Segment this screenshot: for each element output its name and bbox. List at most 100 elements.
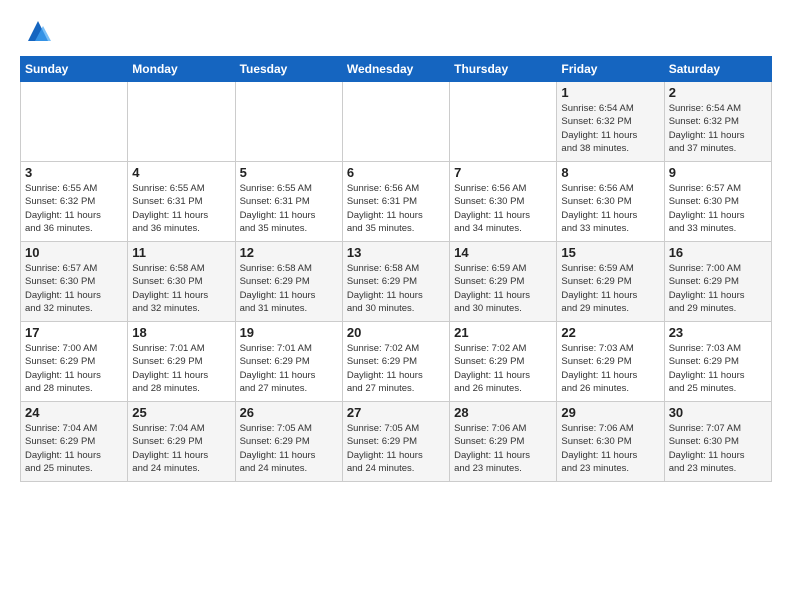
day-number: 27 xyxy=(347,405,445,420)
calendar-day-cell: 26 Sunrise: 7:05 AM Sunset: 6:29 PM Dayli… xyxy=(235,402,342,482)
day-info: Sunrise: 6:58 AM Sunset: 6:29 PM Dayligh… xyxy=(240,262,338,315)
day-number: 4 xyxy=(132,165,230,180)
header-row: SundayMondayTuesdayWednesdayThursdayFrid… xyxy=(21,57,772,82)
day-info: Sunrise: 6:56 AM Sunset: 6:30 PM Dayligh… xyxy=(454,182,552,235)
calendar-day-cell: 28 Sunrise: 7:06 AM Sunset: 6:29 PM Dayli… xyxy=(450,402,557,482)
weekday-header: Friday xyxy=(557,57,664,82)
day-number: 20 xyxy=(347,325,445,340)
calendar-page: SundayMondayTuesdayWednesdayThursdayFrid… xyxy=(0,0,792,612)
calendar-day-cell xyxy=(21,82,128,162)
day-info: Sunrise: 7:06 AM Sunset: 6:30 PM Dayligh… xyxy=(561,422,659,475)
day-info: Sunrise: 7:02 AM Sunset: 6:29 PM Dayligh… xyxy=(454,342,552,395)
day-info: Sunrise: 6:54 AM Sunset: 6:32 PM Dayligh… xyxy=(669,102,767,155)
day-info: Sunrise: 7:04 AM Sunset: 6:29 PM Dayligh… xyxy=(132,422,230,475)
calendar-week-row: 10 Sunrise: 6:57 AM Sunset: 6:30 PM Dayli… xyxy=(21,242,772,322)
day-info: Sunrise: 6:54 AM Sunset: 6:32 PM Dayligh… xyxy=(561,102,659,155)
day-number: 24 xyxy=(25,405,123,420)
calendar-week-row: 3 Sunrise: 6:55 AM Sunset: 6:32 PM Daylig… xyxy=(21,162,772,242)
day-info: Sunrise: 6:58 AM Sunset: 6:30 PM Dayligh… xyxy=(132,262,230,315)
day-number: 29 xyxy=(561,405,659,420)
day-info: Sunrise: 7:04 AM Sunset: 6:29 PM Dayligh… xyxy=(25,422,123,475)
weekday-header: Sunday xyxy=(21,57,128,82)
day-number: 5 xyxy=(240,165,338,180)
calendar-day-cell: 20Sunrise: 7:02 AM Sunset: 6:29 PM Dayli… xyxy=(342,322,449,402)
day-number: 19 xyxy=(240,325,338,340)
day-info: Sunrise: 6:55 AM Sunset: 6:31 PM Dayligh… xyxy=(132,182,230,235)
calendar-day-cell: 6Sunrise: 6:56 AM Sunset: 6:31 PM Daylig… xyxy=(342,162,449,242)
calendar-day-cell: 4 Sunrise: 6:55 AM Sunset: 6:31 PM Daylig… xyxy=(128,162,235,242)
day-info: Sunrise: 7:01 AM Sunset: 6:29 PM Dayligh… xyxy=(132,342,230,395)
day-info: Sunrise: 7:07 AM Sunset: 6:30 PM Dayligh… xyxy=(669,422,767,475)
calendar-day-cell: 5 Sunrise: 6:55 AM Sunset: 6:31 PM Daylig… xyxy=(235,162,342,242)
calendar-day-cell xyxy=(342,82,449,162)
day-info: Sunrise: 7:01 AM Sunset: 6:29 PM Dayligh… xyxy=(240,342,338,395)
calendar-week-row: 17Sunrise: 7:00 AM Sunset: 6:29 PM Dayli… xyxy=(21,322,772,402)
calendar-day-cell: 9 Sunrise: 6:57 AM Sunset: 6:30 PM Daylig… xyxy=(664,162,771,242)
day-number: 25 xyxy=(132,405,230,420)
calendar-day-cell xyxy=(450,82,557,162)
day-number: 12 xyxy=(240,245,338,260)
day-info: Sunrise: 7:03 AM Sunset: 6:29 PM Dayligh… xyxy=(561,342,659,395)
logo xyxy=(20,16,53,46)
day-info: Sunrise: 6:56 AM Sunset: 6:30 PM Dayligh… xyxy=(561,182,659,235)
calendar-day-cell: 21Sunrise: 7:02 AM Sunset: 6:29 PM Dayli… xyxy=(450,322,557,402)
calendar-day-cell: 23 Sunrise: 7:03 AM Sunset: 6:29 PM Dayli… xyxy=(664,322,771,402)
day-number: 28 xyxy=(454,405,552,420)
calendar-day-cell: 30 Sunrise: 7:07 AM Sunset: 6:30 PM Dayli… xyxy=(664,402,771,482)
weekday-header: Thursday xyxy=(450,57,557,82)
calendar-day-cell: 27 Sunrise: 7:05 AM Sunset: 6:29 PM Dayli… xyxy=(342,402,449,482)
day-number: 18 xyxy=(132,325,230,340)
day-number: 1 xyxy=(561,85,659,100)
day-number: 7 xyxy=(454,165,552,180)
calendar-day-cell: 16Sunrise: 7:00 AM Sunset: 6:29 PM Dayli… xyxy=(664,242,771,322)
calendar-day-cell: 2 Sunrise: 6:54 AM Sunset: 6:32 PM Daylig… xyxy=(664,82,771,162)
logo-icon xyxy=(23,16,53,46)
calendar-day-cell xyxy=(235,82,342,162)
day-info: Sunrise: 6:58 AM Sunset: 6:29 PM Dayligh… xyxy=(347,262,445,315)
calendar-day-cell: 17Sunrise: 7:00 AM Sunset: 6:29 PM Dayli… xyxy=(21,322,128,402)
weekday-header: Saturday xyxy=(664,57,771,82)
day-info: Sunrise: 7:00 AM Sunset: 6:29 PM Dayligh… xyxy=(25,342,123,395)
day-number: 23 xyxy=(669,325,767,340)
calendar-day-cell: 25 Sunrise: 7:04 AM Sunset: 6:29 PM Dayli… xyxy=(128,402,235,482)
day-info: Sunrise: 7:05 AM Sunset: 6:29 PM Dayligh… xyxy=(240,422,338,475)
calendar-day-cell: 8 Sunrise: 6:56 AM Sunset: 6:30 PM Daylig… xyxy=(557,162,664,242)
calendar-day-cell: 15Sunrise: 6:59 AM Sunset: 6:29 PM Dayli… xyxy=(557,242,664,322)
day-number: 3 xyxy=(25,165,123,180)
weekday-header: Monday xyxy=(128,57,235,82)
day-number: 26 xyxy=(240,405,338,420)
calendar-day-cell: 22 Sunrise: 7:03 AM Sunset: 6:29 PM Dayli… xyxy=(557,322,664,402)
day-number: 9 xyxy=(669,165,767,180)
day-info: Sunrise: 7:06 AM Sunset: 6:29 PM Dayligh… xyxy=(454,422,552,475)
calendar-table: SundayMondayTuesdayWednesdayThursdayFrid… xyxy=(20,56,772,482)
day-info: Sunrise: 7:03 AM Sunset: 6:29 PM Dayligh… xyxy=(669,342,767,395)
day-number: 14 xyxy=(454,245,552,260)
calendar-day-cell: 13 Sunrise: 6:58 AM Sunset: 6:29 PM Dayli… xyxy=(342,242,449,322)
day-number: 16 xyxy=(669,245,767,260)
calendar-day-cell: 10 Sunrise: 6:57 AM Sunset: 6:30 PM Dayli… xyxy=(21,242,128,322)
calendar-day-cell: 14 Sunrise: 6:59 AM Sunset: 6:29 PM Dayli… xyxy=(450,242,557,322)
day-info: Sunrise: 6:57 AM Sunset: 6:30 PM Dayligh… xyxy=(25,262,123,315)
calendar-day-cell: 29 Sunrise: 7:06 AM Sunset: 6:30 PM Dayli… xyxy=(557,402,664,482)
calendar-day-cell: 12 Sunrise: 6:58 AM Sunset: 6:29 PM Dayli… xyxy=(235,242,342,322)
calendar-day-cell: 1 Sunrise: 6:54 AM Sunset: 6:32 PM Daylig… xyxy=(557,82,664,162)
calendar-week-row: 24 Sunrise: 7:04 AM Sunset: 6:29 PM Dayli… xyxy=(21,402,772,482)
day-number: 2 xyxy=(669,85,767,100)
day-number: 10 xyxy=(25,245,123,260)
day-number: 22 xyxy=(561,325,659,340)
day-number: 30 xyxy=(669,405,767,420)
day-number: 13 xyxy=(347,245,445,260)
day-number: 8 xyxy=(561,165,659,180)
day-info: Sunrise: 6:57 AM Sunset: 6:30 PM Dayligh… xyxy=(669,182,767,235)
day-number: 11 xyxy=(132,245,230,260)
day-number: 6 xyxy=(347,165,445,180)
calendar-day-cell: 7 Sunrise: 6:56 AM Sunset: 6:30 PM Daylig… xyxy=(450,162,557,242)
day-info: Sunrise: 6:55 AM Sunset: 6:32 PM Dayligh… xyxy=(25,182,123,235)
calendar-day-cell: 11 Sunrise: 6:58 AM Sunset: 6:30 PM Dayli… xyxy=(128,242,235,322)
day-info: Sunrise: 6:59 AM Sunset: 6:29 PM Dayligh… xyxy=(561,262,659,315)
calendar-week-row: 1 Sunrise: 6:54 AM Sunset: 6:32 PM Daylig… xyxy=(21,82,772,162)
day-info: Sunrise: 6:55 AM Sunset: 6:31 PM Dayligh… xyxy=(240,182,338,235)
day-info: Sunrise: 7:05 AM Sunset: 6:29 PM Dayligh… xyxy=(347,422,445,475)
calendar-day-cell: 24 Sunrise: 7:04 AM Sunset: 6:29 PM Dayli… xyxy=(21,402,128,482)
day-info: Sunrise: 6:59 AM Sunset: 6:29 PM Dayligh… xyxy=(454,262,552,315)
